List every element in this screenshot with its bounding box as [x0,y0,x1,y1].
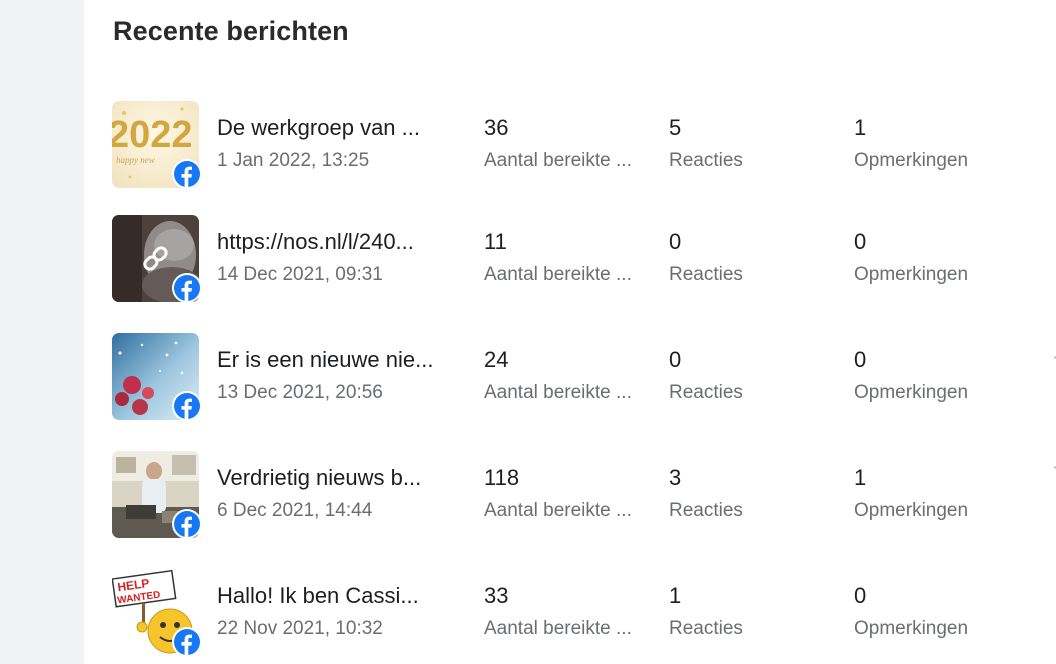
post-date: 1 Jan 2022, 13:25 [217,150,370,171]
post-row[interactable]: https://nos.nl/l/240... 14 Dec 2021, 09:… [84,215,1052,307]
facebook-icon [172,509,202,539]
reactions-count: 0 [669,229,682,254]
facebook-icon [172,273,202,303]
reactions-label: Reacties [669,500,743,521]
post-row[interactable]: HELP WANTED Hallo! Ik ben Cassi... 22 No… [84,569,1052,661]
post-date: 14 Dec 2021, 09:31 [217,264,383,285]
comments-count: 1 [854,465,867,490]
post-title[interactable]: Verdrietig nieuws b... [217,465,457,491]
reach-count: 33 [484,583,509,608]
post-title[interactable]: Hallo! Ik ben Cassi... [217,583,457,609]
post-title[interactable]: Er is een nieuwe nie... [217,347,457,373]
post-row[interactable]: Er is een nieuwe nie... 13 Dec 2021, 20:… [84,333,1052,425]
reactions-count: 5 [669,115,682,140]
post-thumbnail[interactable]: HELP WANTED [112,569,202,659]
comments-label: Opmerkingen [854,618,969,639]
reach-count: 11 [484,229,507,254]
reach-label: Aantal bereikte ... [484,150,632,171]
reactions-label: Reacties [669,618,743,639]
reach-label: Aantal bereikte ... [484,264,632,285]
post-row[interactable]: Verdrietig nieuws b... 6 Dec 2021, 14:44… [84,451,1052,543]
comments-label: Opmerkingen [854,382,969,403]
thumbnail-text: 2022 [112,114,193,156]
reach-label: Aantal bereikte ... [484,500,632,521]
reach-count: 118 [484,465,520,490]
post-thumbnail[interactable]: 2022 happy new [112,101,202,191]
post-date: 13 Dec 2021, 20:56 [217,382,383,403]
reach-count: 36 [484,115,509,140]
facebook-icon [172,627,202,657]
post-title[interactable]: De werkgroep van ... [217,115,457,141]
reactions-count: 3 [669,465,682,490]
reactions-label: Reacties [669,382,743,403]
facebook-icon [172,159,202,189]
comments-label: Opmerkingen [854,150,969,171]
comments-label: Opmerkingen [854,264,969,285]
comments-count: 0 [854,583,867,608]
reach-label: Aantal bereikte ... [484,382,632,403]
reactions-count: 1 [669,583,682,608]
recent-posts-panel: Recente berichten 2022 happy new De werk… [84,0,1052,664]
reactions-label: Reacties [669,264,743,285]
post-thumbnail[interactable] [112,333,202,423]
post-date: 6 Dec 2021, 14:44 [217,500,373,521]
comments-label: Opmerkingen [854,500,969,521]
post-thumbnail[interactable] [112,215,202,305]
comments-count: 1 [854,115,867,140]
facebook-icon [172,391,202,421]
reach-count: 24 [484,347,509,372]
left-sidebar-rail [0,0,84,664]
svg-text:happy new: happy new [116,155,155,165]
comments-count: 0 [854,229,867,254]
reactions-label: Reacties [669,150,743,171]
post-thumbnail[interactable] [112,451,202,541]
post-title[interactable]: https://nos.nl/l/240... [217,229,457,255]
reach-label: Aantal bereikte ... [484,618,632,639]
post-date: 22 Nov 2021, 10:32 [217,618,383,639]
reactions-count: 0 [669,347,682,372]
comments-count: 0 [854,347,867,372]
post-row[interactable]: 2022 happy new De werkgroep van ... 1 Ja… [84,101,1052,193]
section-title: Recente berichten [113,16,349,46]
